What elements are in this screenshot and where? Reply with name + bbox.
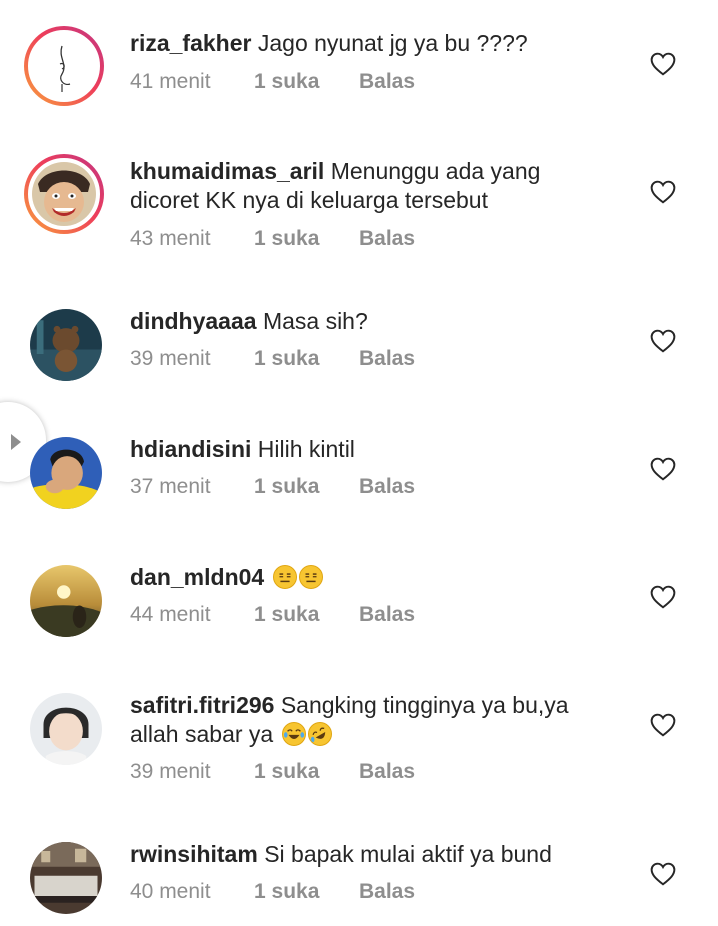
timestamp: 39 menit [130,347,211,370]
reply-button[interactable]: Balas [359,347,415,371]
likes-count[interactable]: 1 suka [254,880,359,904]
timestamp: 37 menit [130,475,211,498]
reply-button[interactable]: Balas [359,880,415,904]
khumaidimas-aril-avatar [32,162,96,226]
heart-outline-icon[interactable] [650,329,676,353]
username[interactable]: rwinsihitam [130,841,258,867]
comment-text: Hilih kintil [257,436,355,462]
username[interactable]: safitri.fitri296 [130,692,274,718]
reply-button[interactable]: Balas [359,227,415,251]
username[interactable]: dan_mldn04 [130,564,264,590]
play-arrow-icon [11,434,21,450]
timestamp: 43 menit [130,227,211,250]
avatar[interactable] [30,437,102,509]
heart-outline-icon[interactable] [650,52,676,76]
heart-outline-icon[interactable] [650,585,676,609]
timestamp: 39 menit [130,760,211,783]
comment-text: Si bapak mulai aktif ya bund [264,841,552,867]
likes-count[interactable]: 1 suka [254,475,359,499]
reply-button[interactable]: Balas [359,603,415,627]
likes-count[interactable]: 1 suka [254,347,359,371]
comment-text: Jago nyunat jg ya bu ???? [257,30,528,56]
comment-text: Masa sih? [262,308,368,334]
username[interactable]: dindhyaaaa [130,308,257,334]
dan-mldn04-avatar [30,565,102,637]
reply-button[interactable]: Balas [359,70,415,94]
avatar[interactable] [30,309,102,381]
reply-button[interactable]: Balas [359,760,415,784]
tears-of-joy-emoji [281,722,306,746]
expressionless-face-emoji [298,565,323,589]
heart-outline-icon[interactable] [650,713,676,737]
timestamp: 44 menit [130,603,211,626]
heart-outline-icon[interactable] [650,180,676,204]
heart-outline-icon[interactable] [650,862,676,886]
expressionless-face-emoji [272,565,297,589]
avatar[interactable] [30,693,102,765]
dindhyaaaa-avatar [30,309,102,381]
avatar[interactable] [30,565,102,637]
hdiandisini-avatar [30,437,102,509]
likes-count[interactable]: 1 suka [254,603,359,627]
avatar[interactable] [24,26,104,106]
rwinsihitam-avatar [30,842,102,914]
username[interactable]: riza_fakher [130,30,251,56]
likes-count[interactable]: 1 suka [254,70,359,94]
avatar[interactable] [30,842,102,914]
username[interactable]: khumaidimas_aril [130,158,324,184]
avatar[interactable] [24,154,104,234]
timestamp: 40 menit [130,880,211,903]
timestamp: 41 menit [130,70,211,93]
rolling-laughing-emoji [307,722,332,746]
likes-count[interactable]: 1 suka [254,227,359,251]
riza-fakher-avatar [32,34,96,98]
reply-button[interactable]: Balas [359,475,415,499]
username[interactable]: hdiandisini [130,436,251,462]
likes-count[interactable]: 1 suka [254,760,359,784]
heart-outline-icon[interactable] [650,457,676,481]
safitri-fitri296-avatar [30,693,102,765]
